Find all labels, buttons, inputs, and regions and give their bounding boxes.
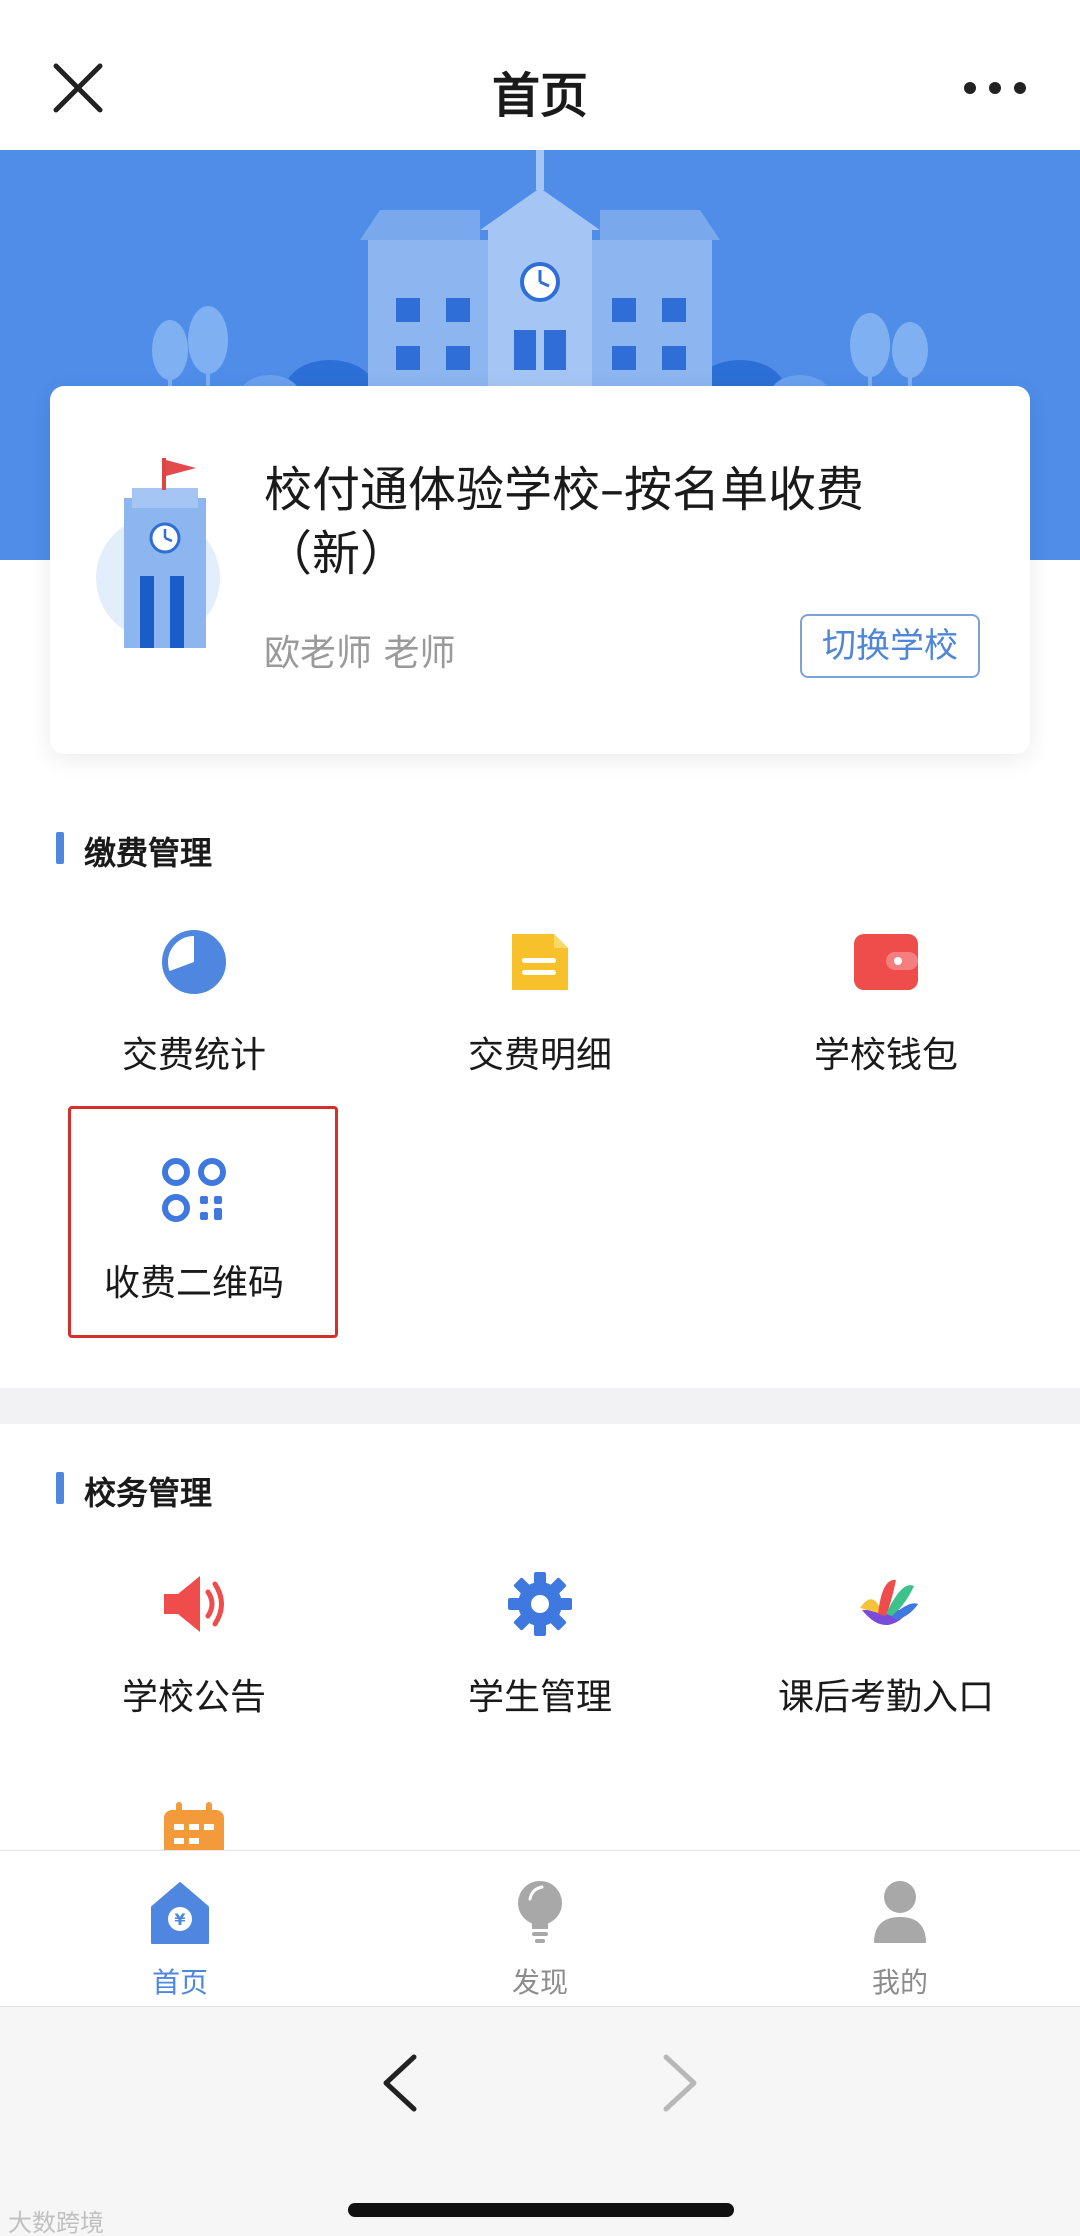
grid-item-label: 交费统计 (121, 1035, 266, 1076)
home-yuan-icon: ¥ (151, 1882, 209, 1944)
top-nav-bar: 首页 (0, 0, 1080, 150)
school-logo-icon (96, 458, 220, 648)
tab-home[interactable]: ¥ 首页 (0, 1851, 360, 2007)
tab-label: 我的 (871, 1966, 928, 1999)
section-title-payment: 缴费管理 (56, 828, 212, 874)
more-options-icon[interactable] (960, 74, 1030, 102)
grid-item-label: 学校钱包 (813, 1035, 958, 1076)
lightbulb-icon (518, 1881, 562, 1943)
grid-item-school-wallet[interactable]: 学校钱包 (736, 928, 1036, 1098)
pie-chart-icon (162, 930, 226, 994)
grid-item-label: 学校公告 (121, 1677, 266, 1718)
switch-school-button[interactable]: 切换学校 (800, 614, 980, 678)
tab-label: 首页 (151, 1966, 208, 1999)
megaphone-icon (164, 1576, 224, 1632)
watermark-text: 大数跨境 (8, 2209, 104, 2236)
grid-item-label: 交费明细 (467, 1035, 612, 1076)
svg-text:¥: ¥ (174, 1910, 185, 1929)
forward-arrow-icon[interactable] (656, 2051, 704, 2115)
home-indicator[interactable] (348, 2203, 734, 2217)
back-arrow-icon[interactable] (376, 2051, 424, 2115)
document-icon (512, 934, 568, 990)
grid-item-student-management[interactable]: 学生管理 (390, 1570, 690, 1740)
tab-label: 发现 (511, 1966, 568, 1999)
grid-item-calendar[interactable] (44, 1800, 344, 1850)
browser-bottom-bar: 大数跨境 (0, 2006, 1080, 2236)
grid-item-label: 学生管理 (467, 1677, 612, 1718)
grid-item-payment-details[interactable]: 交费明细 (390, 928, 690, 1098)
wallet-icon (854, 934, 918, 990)
school-name: 校付通体验学校–按名单收费（新） (264, 462, 865, 582)
section-divider (0, 1388, 1080, 1424)
teacher-name: 欧老师 老师 (264, 633, 456, 674)
page-title: 首页 (491, 68, 588, 124)
grid-item-school-announcement[interactable]: 学校公告 (44, 1570, 344, 1740)
section-title-school-affairs: 校务管理 (56, 1468, 212, 1514)
school-info-card: 校付通体验学校–按名单收费（新） 欧老师 老师 切换学校 (50, 386, 1030, 754)
user-icon (874, 1881, 926, 1943)
tab-discover[interactable]: 发现 (360, 1851, 720, 2007)
grid-item-after-school-attendance[interactable]: 课后考勤入口 (736, 1570, 1036, 1740)
grid-item-payment-stats[interactable]: 交费统计 (44, 928, 344, 1098)
gear-icon (508, 1572, 572, 1636)
grid-item-label: 课后考勤入口 (777, 1677, 994, 1718)
highlight-annotation-box (68, 1106, 338, 1338)
bottom-tab-bar: ¥ 首页 发现 我的 (0, 1850, 1080, 2006)
calendar-icon (164, 1802, 224, 1850)
tab-mine[interactable]: 我的 (720, 1851, 1080, 2007)
attendance-icon (860, 1579, 918, 1625)
